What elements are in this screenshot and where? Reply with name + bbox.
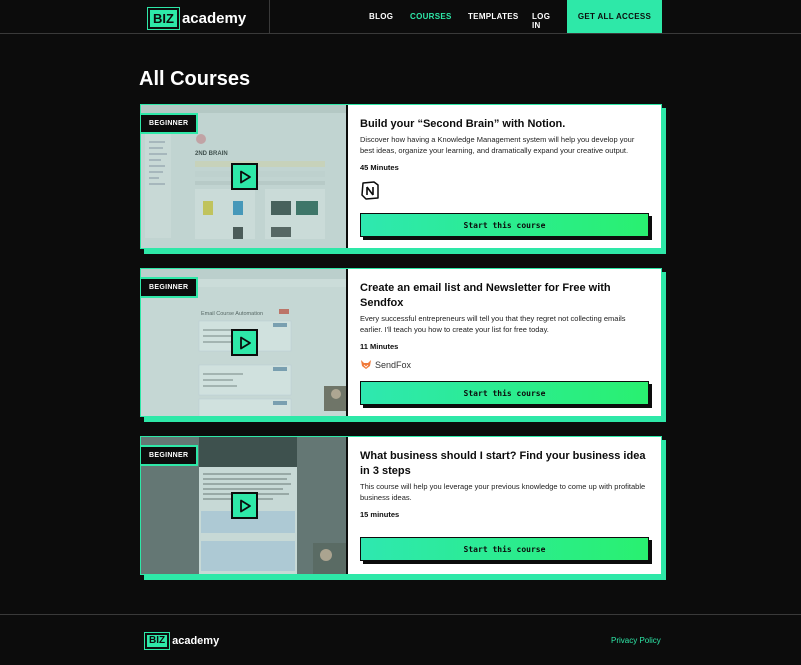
header-divider (269, 0, 270, 33)
course-description: Every successful entrepreneurs will tell… (360, 314, 626, 334)
tool-logo (360, 180, 649, 200)
play-button[interactable] (231, 329, 258, 356)
course-duration: 15 minutes (360, 510, 400, 519)
level-badge: BEGINNER (141, 277, 199, 298)
course-title[interactable]: Build your “Second Brain” with Notion. (360, 117, 649, 132)
logo-badge: BIZ (143, 632, 171, 650)
sendfox-wordmark: SendFox (375, 359, 412, 370)
start-course-button[interactable]: Start this course (360, 213, 649, 237)
notion-icon (361, 181, 379, 200)
fox-icon (361, 360, 371, 369)
get-all-access-button[interactable]: GET ALL ACCESS (567, 0, 662, 33)
nav-blog[interactable]: BLOG (369, 12, 393, 21)
site-header: BIZ academy BLOG COURSES TEMPLATES LOG I… (0, 0, 801, 34)
course-title[interactable]: Create an email list and Newsletter for … (360, 281, 649, 311)
site-footer: BIZ academy Privacy Policy (0, 614, 801, 665)
header-logo[interactable]: BIZ academy (147, 7, 247, 30)
course-card: 2ND BRAIN BEGINNER Build your “Second Br… (140, 104, 666, 254)
course-title[interactable]: What business should I start? Find your … (360, 449, 649, 479)
course-description: Discover how having a Knowledge Manageme… (360, 135, 635, 155)
logo-text: academy (172, 635, 220, 647)
play-icon (239, 499, 251, 512)
play-button[interactable] (231, 492, 258, 519)
logo-badge: BIZ (147, 7, 180, 30)
course-duration: 45 Minutes (360, 163, 399, 172)
course-info: Create an email list and Newsletter for … (348, 269, 661, 416)
nav-templates[interactable]: TEMPLATES (468, 12, 519, 21)
level-badge: BEGINNER (141, 113, 199, 134)
play-button[interactable] (231, 163, 258, 190)
play-icon (239, 336, 251, 349)
course-card: BEGINNER What business should I start? F… (140, 436, 666, 580)
course-duration: 11 Minutes (360, 342, 399, 351)
course-card: Email Course Automation BEGINNER Create … (140, 268, 666, 422)
play-icon (239, 170, 251, 183)
course-info: What business should I start? Find your … (348, 437, 661, 574)
privacy-policy-link[interactable]: Privacy Policy (611, 636, 661, 645)
course-thumbnail[interactable]: 2ND BRAIN BEGINNER (141, 105, 348, 248)
start-course-button[interactable]: Start this course (360, 381, 649, 405)
footer-logo[interactable]: BIZ academy (143, 632, 220, 650)
tool-logo: SendFox (360, 359, 649, 370)
course-thumbnail[interactable]: Email Course Automation BEGINNER (141, 269, 348, 416)
page-title: All Courses (139, 68, 251, 90)
course-thumbnail[interactable]: BEGINNER (141, 437, 348, 574)
course-info: Build your “Second Brain” with Notion. D… (348, 105, 661, 248)
course-description: This course will help you leverage your … (360, 482, 646, 502)
start-course-button[interactable]: Start this course (360, 537, 649, 561)
nav-courses[interactable]: COURSES (410, 12, 452, 21)
logo-text: academy (181, 10, 247, 27)
level-badge: BEGINNER (141, 445, 199, 466)
nav-login[interactable]: LOG IN (532, 12, 550, 30)
